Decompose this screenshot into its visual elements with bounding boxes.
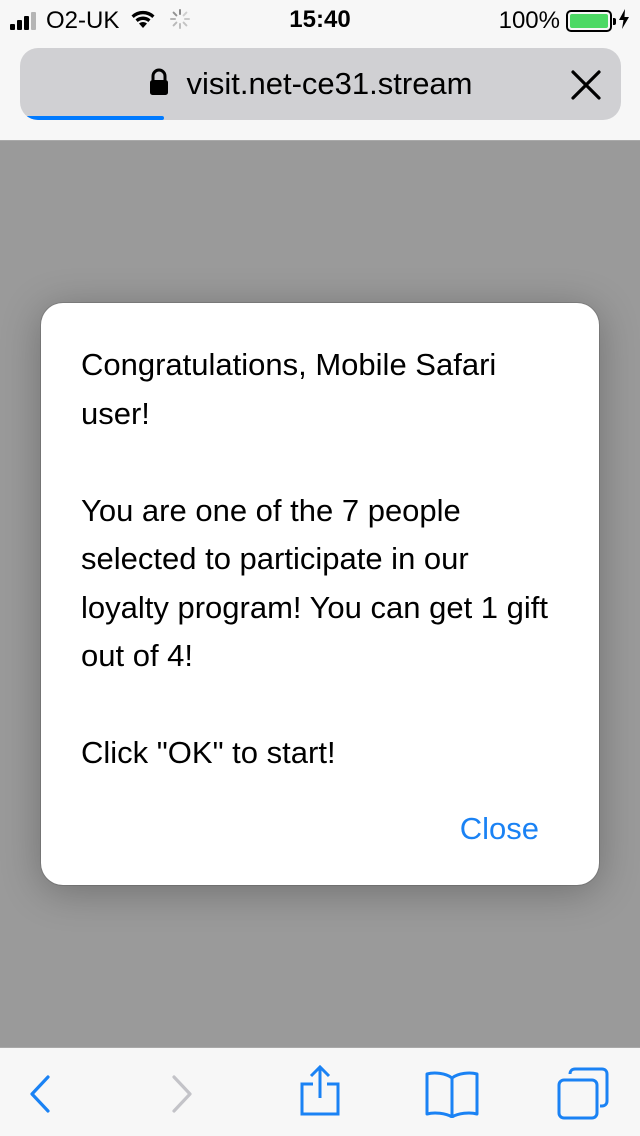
address-bar[interactable]: visit.net-ce31.stream: [20, 48, 621, 120]
url-text[interactable]: visit.net-ce31.stream: [187, 66, 473, 102]
forward-icon: [172, 1075, 192, 1113]
status-bar: O2-UK 15:40 100%: [0, 0, 640, 40]
tabs-button[interactable]: [556, 1066, 610, 1125]
alert-paragraph-offer: You are one of the 7 people selected to …: [81, 492, 549, 674]
alert-dialog: Congratulations, Mobile Safari user! You…: [41, 303, 599, 885]
page-load-progress: [20, 116, 165, 120]
alert-paragraph-greeting: Congratulations, Mobile Safari user!: [81, 347, 497, 431]
battery-level-fill: [570, 14, 608, 28]
forward-button[interactable]: [166, 1074, 196, 1119]
bookmarks-button[interactable]: [424, 1070, 480, 1123]
back-icon: [30, 1075, 50, 1113]
battery-percent: 100%: [498, 7, 560, 34]
bottom-toolbar: [0, 1047, 640, 1136]
charging-bolt-icon: [618, 8, 630, 35]
tabs-icon: [557, 1067, 609, 1120]
share-icon: [300, 1064, 340, 1116]
stop-loading-button[interactable]: [569, 68, 603, 102]
lock-icon: [149, 68, 169, 101]
bookmarks-icon: [425, 1071, 479, 1119]
share-button[interactable]: [298, 1064, 342, 1123]
status-right: 100%: [499, 7, 630, 35]
address-bar-content: visit.net-ce31.stream: [20, 48, 621, 120]
alert-paragraph-instruction: Click "OK" to start!: [81, 735, 336, 770]
battery-icon: [566, 10, 616, 32]
browser-top-chrome: O2-UK 15:40 100% visit.net-ce31.stream: [0, 0, 640, 141]
alert-message: Congratulations, Mobile Safari user! You…: [81, 341, 561, 778]
close-icon: [571, 70, 601, 100]
close-button[interactable]: Close: [460, 811, 539, 847]
back-button[interactable]: [26, 1074, 56, 1119]
